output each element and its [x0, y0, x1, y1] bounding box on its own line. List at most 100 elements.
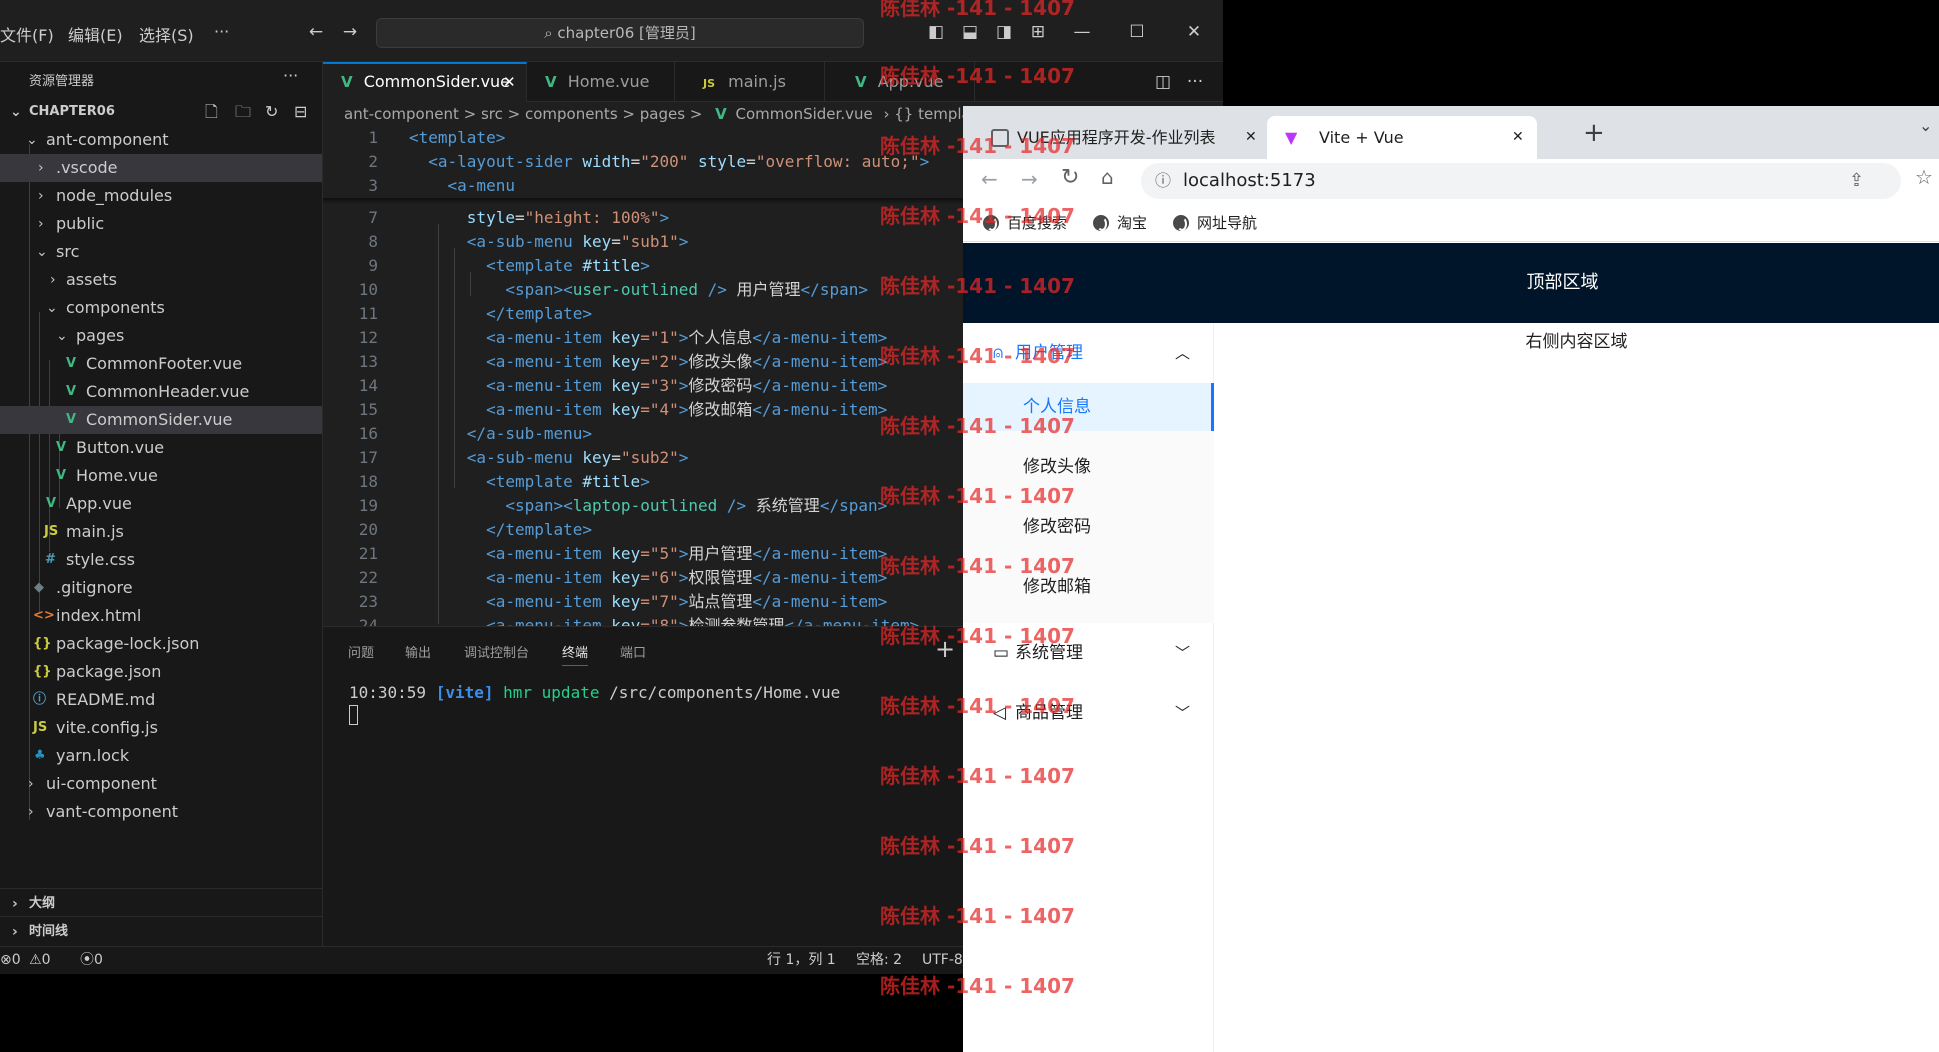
globe-icon: [1093, 215, 1109, 231]
vue-file-icon: V: [715, 105, 727, 123]
tree-file-package-json[interactable]: {} package.json: [0, 658, 322, 686]
panel-tab-problems[interactable]: 问题: [348, 642, 374, 661]
close-tab-icon[interactable]: ✕: [1245, 116, 1257, 159]
new-folder-icon[interactable]: 🗀: [235, 98, 251, 126]
js-file-icon: JS: [44, 524, 59, 539]
panel-tab-terminal[interactable]: 终端: [562, 642, 589, 666]
more-actions-icon[interactable]: ···: [1185, 72, 1205, 92]
problems-status[interactable]: ⊗0 ⚠0: [0, 947, 51, 973]
close-icon[interactable]: ✕: [1184, 22, 1204, 42]
menu-edit[interactable]: 编辑(E): [68, 22, 123, 46]
tree-folder-ui-component[interactable]: › ui-component: [0, 770, 322, 798]
tree-file-gitignore[interactable]: ◆ .gitignore: [0, 574, 322, 602]
code-line: <a-menu-item key="2">修改头像</a-menu-item>: [409, 352, 888, 371]
back-arrow-icon[interactable]: ←: [981, 167, 998, 191]
panel-tab-ports[interactable]: 端口: [620, 642, 646, 661]
tree-file-main-js[interactable]: JS main.js: [0, 518, 322, 546]
customize-layout-icon[interactable]: ⊞: [1028, 22, 1048, 42]
tree-folder-node-modules[interactable]: › node_modules: [0, 182, 322, 210]
toggle-secondary-sidebar-icon[interactable]: ◨: [994, 22, 1014, 42]
new-tab-icon[interactable]: +: [1583, 118, 1605, 148]
vue-file-icon: V: [855, 73, 867, 91]
share-icon[interactable]: ⇪: [1849, 163, 1864, 199]
tab-search-icon[interactable]: ⌄: [1919, 116, 1932, 135]
tree-file-commonsider[interactable]: V CommonSider.vue: [0, 406, 322, 434]
menu-selection[interactable]: 选择(S): [139, 22, 194, 46]
toggle-panel-icon[interactable]: ⬓: [960, 22, 980, 42]
tree-folder-assets[interactable]: › assets: [0, 266, 322, 294]
new-file-icon[interactable]: 🗋: [205, 98, 218, 126]
terminal-cursor[interactable]: [349, 705, 358, 725]
tree-file-app[interactable]: V App.vue: [0, 490, 322, 518]
tree-folder-vscode[interactable]: › .vscode: [0, 154, 322, 182]
tree-file-package-lock[interactable]: {} package-lock.json: [0, 630, 322, 658]
minimize-icon[interactable]: —: [1072, 22, 1092, 42]
menu-file[interactable]: 文件(F): [0, 22, 54, 46]
code-line: <a-menu-item key="1">个人信息</a-menu-item>: [409, 328, 888, 347]
tree-file-home[interactable]: V Home.vue: [0, 462, 322, 490]
tree-folder-vant-component[interactable]: › vant-component: [0, 798, 322, 826]
more-actions-icon[interactable]: ···: [283, 66, 298, 85]
cursor-position[interactable]: 行 1，列 1: [767, 947, 836, 973]
browser-window: VUE应用程序开发-作业列表 ✕ ▼ Vite + Vue ✕ + ⌄ ← → …: [963, 106, 1939, 1052]
explorer-title: 资源管理器: [29, 74, 95, 89]
css-file-icon: #: [45, 552, 56, 567]
tree-folder-public[interactable]: › public: [0, 210, 322, 238]
forward-arrow-icon[interactable]: →: [1021, 167, 1038, 191]
browser-tab-vite-vue[interactable]: ▼ Vite + Vue ✕: [1267, 116, 1537, 159]
menu-more[interactable]: ···: [214, 22, 229, 41]
tree-folder-src[interactable]: ⌄ src: [0, 238, 322, 266]
tab-commonsider[interactable]: V CommonSider.vue ✕: [323, 62, 527, 102]
maximize-icon[interactable]: ☐: [1127, 22, 1147, 42]
back-arrow-icon[interactable]: ←: [306, 22, 326, 42]
bookmark-taobao[interactable]: 淘宝: [1093, 212, 1147, 234]
timeline-section[interactable]: › 时间线: [0, 918, 322, 946]
watermark-text: 陈佳林 -141 - 1407: [880, 974, 1075, 998]
reload-icon[interactable]: ↻: [1061, 165, 1079, 190]
close-tab-icon[interactable]: ✕: [1512, 116, 1524, 159]
tree-folder-components[interactable]: ⌄ components: [0, 294, 322, 322]
tree-file-index-html[interactable]: <> index.html: [0, 602, 322, 630]
tree-file-commonheader[interactable]: V CommonHeader.vue: [0, 378, 322, 406]
code-line: <a-layout-sider width="200" style="overf…: [409, 152, 930, 171]
menu-item-password[interactable]: 修改密码: [963, 503, 1214, 551]
close-tab-icon[interactable]: ✕: [503, 64, 516, 100]
tree-file-button[interactable]: V Button.vue: [0, 434, 322, 462]
tree-folder-ant-component[interactable]: ⌄ ant-component: [0, 126, 322, 154]
tab-main-js[interactable]: JS main.js: [675, 62, 825, 102]
refresh-icon[interactable]: ↻: [265, 98, 278, 126]
command-center-search[interactable]: ⌕ chapter06 [管理员]: [376, 18, 864, 48]
tree-file-yarn-lock[interactable]: ♣ yarn.lock: [0, 742, 322, 770]
panel-tab-debug-console[interactable]: 调试控制台: [464, 642, 529, 661]
git-file-icon: ◆: [34, 580, 44, 595]
bookmark-star-icon[interactable]: ☆: [1915, 165, 1933, 189]
code-line: <span><laptop-outlined /> 系统管理</span>: [409, 496, 888, 515]
tree-file-readme[interactable]: ⓘ README.md: [0, 686, 322, 714]
bookmark-nav[interactable]: 网址导航: [1173, 212, 1257, 234]
panel-tab-output[interactable]: 输出: [405, 642, 431, 661]
watermark-text: 陈佳林 -141 - 1407: [880, 694, 1075, 718]
broadcast-icon: ⦿: [80, 952, 94, 968]
outline-section[interactable]: › 大纲: [0, 890, 322, 918]
tree-file-commonfooter[interactable]: V CommonFooter.vue: [0, 350, 322, 378]
site-info-icon[interactable]: ⓘ: [1155, 163, 1171, 199]
tree-file-vite-config[interactable]: JS vite.config.js: [0, 714, 322, 742]
tab-home[interactable]: V Home.vue: [527, 62, 675, 102]
app-content-area: 右侧内容区域: [1214, 323, 1939, 1052]
js-file-icon: JS: [33, 720, 48, 735]
tree-file-style-css[interactable]: # style.css: [0, 546, 322, 574]
workspace-root[interactable]: ⌄ CHAPTER06 🗋 🗀 ↻ ⊟: [0, 98, 322, 126]
watermark-text: 陈佳林 -141 - 1407: [880, 484, 1075, 508]
toggle-sidebar-icon[interactable]: ◧: [926, 22, 946, 42]
home-icon[interactable]: ⌂: [1101, 165, 1114, 189]
terminal-output-line: 10:30:59 [vite] hmr update /src/componen…: [349, 683, 841, 702]
chevron-down-icon: ⌄: [26, 132, 38, 148]
globe-icon: [1173, 215, 1189, 231]
split-editor-icon[interactable]: ◫: [1153, 72, 1173, 92]
tree-folder-pages[interactable]: ⌄ pages: [0, 322, 322, 350]
address-bar[interactable]: ⓘ localhost:5173 ⇪: [1141, 163, 1901, 199]
collapse-all-icon[interactable]: ⊟: [294, 98, 307, 126]
vue-file-icon: V: [66, 384, 77, 399]
ports-status[interactable]: ⦿0: [80, 947, 103, 973]
forward-arrow-icon[interactable]: →: [340, 22, 360, 42]
